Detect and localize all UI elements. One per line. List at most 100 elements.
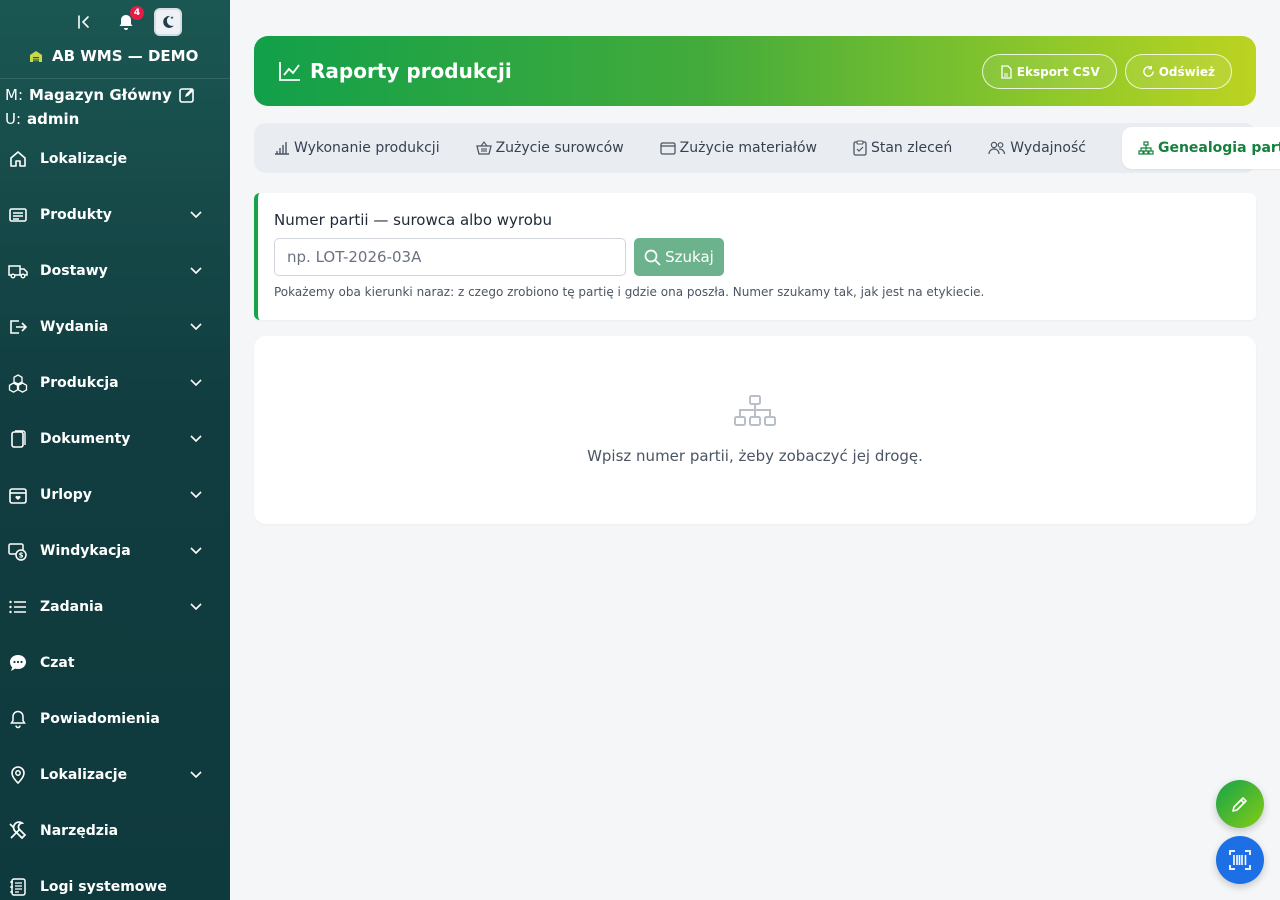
tab-label: Stan zleceń (870, 140, 953, 156)
sidebar-item-label: Powiadomienia (40, 711, 160, 727)
documents-icon (11, 430, 26, 448)
sidebar-item-dokumenty[interactable]: Dokumenty (0, 411, 230, 467)
sidebar-item-produkcja[interactable]: Produkcja (0, 355, 230, 411)
moon-icon (163, 15, 174, 28)
notifications-button[interactable]: 4 (112, 6, 144, 36)
sidebar-item-label: Zadania (40, 599, 104, 615)
sidebar-item-logi-systemowe[interactable]: Logi systemowe (0, 859, 230, 900)
theme-toggle-button[interactable] (154, 8, 182, 36)
list-icon (9, 208, 27, 222)
basket-icon (475, 141, 492, 155)
calendar-heart-icon (9, 488, 27, 504)
tab-zuzycie-materialow[interactable]: Zużycie materiałów (660, 127, 835, 169)
people-icon (988, 141, 1006, 155)
chevron-down-icon (190, 267, 202, 275)
chevron-down-icon (190, 379, 202, 387)
brand-name: AB WMS — DEMO (52, 47, 199, 65)
search-button-label: Szukaj (665, 248, 714, 266)
batch-search-panel: Numer partii — surowca albo wyrobu Szuka… (254, 193, 1256, 320)
edit-fab-button[interactable] (1216, 780, 1264, 828)
sidebar-item-lokalizacje[interactable]: Lokalizacje (0, 131, 230, 187)
refresh-icon (1142, 65, 1154, 77)
map-pin-icon (11, 766, 25, 785)
sidebar-item-label: Wydania (40, 319, 109, 335)
empty-state-text: Wpisz numer partii, żeby zobaczyć jej dr… (587, 447, 923, 465)
sidebar-item-czat[interactable]: Czat (0, 635, 230, 691)
tab-wykonanie-produkcji[interactable]: Wykonanie produkcji (274, 127, 458, 169)
sidebar-item-lokalizacje-2[interactable]: Lokalizacje (0, 747, 230, 803)
main-content: Raporty produkcji Eksport CSV Odśwież Wy… (254, 36, 1280, 524)
refresh-button[interactable]: Odśwież (1124, 54, 1232, 89)
log-icon (10, 878, 26, 896)
cash-icon: $ (8, 543, 27, 561)
sidebar-item-wydania[interactable]: Wydania (0, 299, 230, 355)
barcode-scan-fab-button[interactable] (1216, 836, 1264, 884)
session-info: M: Magazyn Główny U: admin (0, 79, 230, 131)
chat-icon (10, 655, 26, 671)
user-prefix: U: (5, 110, 22, 128)
sidebar-item-label: Produkcja (40, 375, 119, 391)
collapse-icon (78, 15, 89, 29)
export-csv-button[interactable]: Eksport CSV (981, 54, 1117, 89)
tab-genealogia-partii[interactable]: Genealogia partii (1121, 127, 1280, 169)
warehouse-name: Magazyn Główny (29, 86, 172, 104)
sidebar-header: 4 AB WMS — DEMO (0, 0, 230, 79)
refresh-label: Odśwież (1158, 64, 1215, 79)
file-export-icon (1001, 64, 1012, 79)
warehouse-icon (30, 51, 42, 62)
page-title-wrap: Raporty produkcji (278, 59, 512, 83)
sidebar-item-label: Narzędzia (40, 823, 119, 839)
barcode-scan-icon (1229, 850, 1251, 870)
sidebar-item-label: Lokalizacje (40, 767, 128, 783)
chevron-down-icon (190, 547, 202, 555)
chevron-down-icon (190, 323, 202, 331)
line-chart-icon (279, 62, 300, 81)
user-name: admin (27, 110, 80, 128)
bar-chart-icon (275, 142, 289, 155)
tasks-icon (9, 600, 26, 614)
sidebar-item-urlopy[interactable]: Urlopy (0, 467, 230, 523)
sidebar-item-label: Lokalizacje (40, 151, 128, 167)
sidebar-item-label: Urlopy (40, 487, 92, 503)
tab-label: Zużycie materiałów (679, 140, 817, 156)
sidebar-item-powiadomienia[interactable]: Powiadomienia (0, 691, 230, 747)
tab-label: Genealogia partii (1157, 140, 1280, 156)
tab-wydajnosc[interactable]: Wydajność (988, 127, 1104, 169)
sidebar-item-windykacja[interactable]: $ Windykacja (0, 523, 230, 579)
page-title: Raporty produkcji (310, 59, 512, 83)
tab-label: Wykonanie produkcji (294, 140, 440, 156)
tab-stan-zlecen[interactable]: Stan zleceń (853, 127, 970, 169)
search-label: Numer partii — surowca albo wyrobu (274, 211, 552, 229)
home-icon (10, 151, 26, 167)
collapse-sidebar-button[interactable] (70, 8, 98, 36)
sidebar-item-narzedzia[interactable]: Narzędzia (0, 803, 230, 859)
sidebar-item-dostawy[interactable]: Dostawy (0, 243, 230, 299)
empty-state: Wpisz numer partii, żeby zobaczyć jej dr… (254, 336, 1256, 524)
chevron-down-icon (190, 771, 202, 779)
sidebar-item-label: Produkty (40, 207, 112, 223)
warehouse-prefix: M: (5, 86, 23, 104)
search-hint: Pokażemy oba kierunki naraz: z czego zro… (274, 285, 985, 299)
chevron-down-icon (190, 491, 202, 499)
search-icon (644, 249, 661, 266)
bell-icon (10, 710, 26, 729)
chevron-down-icon (190, 603, 202, 611)
batch-number-input[interactable] (274, 238, 626, 276)
sidebar-item-produkty[interactable]: Produkty (0, 187, 230, 243)
hierarchy-icon (734, 395, 776, 426)
report-tabs: Wykonanie produkcji Zużycie surowców Zuż… (254, 123, 1280, 173)
edit-icon[interactable] (178, 86, 196, 104)
tree-icon (1138, 141, 1154, 155)
exit-icon (10, 320, 28, 334)
notifications-badge: 4 (130, 6, 144, 20)
sidebar-item-zadania[interactable]: Zadania (0, 579, 230, 635)
sidebar-item-label: Logi systemowe (40, 879, 167, 895)
export-csv-label: Eksport CSV (1016, 64, 1100, 79)
pencil-icon (1232, 797, 1247, 812)
box-icon (660, 142, 676, 155)
brand: AB WMS — DEMO (28, 47, 198, 65)
sidebar-item-label: Czat (40, 655, 75, 671)
search-button[interactable]: Szukaj (634, 238, 724, 276)
tab-label: Wydajność (1010, 140, 1086, 156)
tab-zuzycie-surowcow[interactable]: Zużycie surowców (475, 127, 642, 169)
